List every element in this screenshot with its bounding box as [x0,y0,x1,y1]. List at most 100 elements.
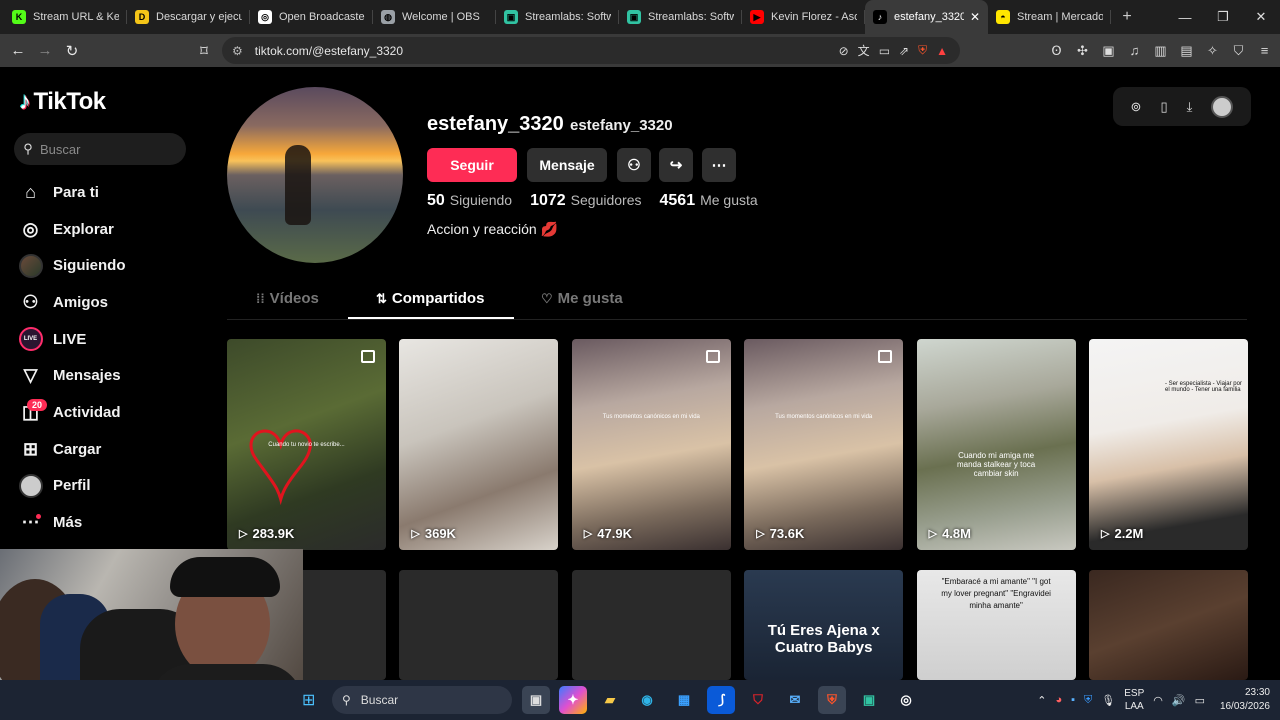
video-card[interactable]: Tú Eres Ajena x Cuatro Babys [744,570,904,680]
browser-tab[interactable]: ▣ Streamlabs: Softw [496,0,619,34]
followers-stat[interactable]: 1072 Seguidores [530,192,641,210]
video-card[interactable]: Cuando mi amiga me manda stalkear y toca… [916,339,1076,550]
edge-icon[interactable]: ◉ [633,686,661,714]
video-card[interactable]: Tus momentos canónicos en mi vida ▷ 73.6K [744,339,904,550]
follow-button[interactable]: Seguir [427,148,517,182]
video-card[interactable]: Tus momentos canónicos en mi vida ▷ 47.9K [571,339,731,550]
streamlabs-icon[interactable]: ▣ [855,686,883,714]
language-indicator[interactable]: ESP LAA [1124,687,1144,713]
mcafee-icon[interactable]: ⛉ [744,686,772,714]
sidebar-item-home[interactable]: ⌂ Para ti [16,174,206,211]
video-card[interactable] [1089,570,1248,680]
battery-icon[interactable]: ▭ [1195,694,1205,707]
store-icon[interactable]: ▦ [670,686,698,714]
profile-avatar[interactable] [227,87,403,263]
tiktok-logo[interactable]: ♪ TikTok [19,88,106,116]
microphone-icon[interactable]: 🎙 [1101,694,1115,707]
tab-reposts[interactable]: ⇅ Compartidos [376,290,484,307]
sidebar-item-friends[interactable]: ⚇ Amigos [16,284,206,321]
suggest-user-icon[interactable]: ⚇ [617,148,651,182]
discover-icon[interactable]: ⊚ [1131,99,1142,115]
tray-app-icon[interactable]: ⛨ [1084,694,1092,707]
vscode-icon[interactable]: ⟆ [707,686,735,714]
extensions-icon[interactable]: ✣ [1073,43,1092,59]
video-card[interactable]: ▷ 369K [399,339,559,550]
wallet-icon[interactable]: ▤ [1177,43,1196,59]
back-icon[interactable]: ← [6,39,30,63]
brave-taskbar-icon[interactable]: ⛨ [818,686,846,714]
reload-icon[interactable]: ↻ [60,39,84,63]
sidebar-item-compass[interactable]: ◎ Explorar [16,211,206,248]
file-explorer-icon[interactable]: ▰ [596,686,624,714]
clock[interactable]: 23:30 16/03/2026 [1214,686,1270,714]
volume-icon[interactable]: 🔊 [1172,694,1186,707]
sidebar-item-activity[interactable]: ◫ 20 Actividad [16,394,206,431]
browser-tab[interactable]: ▶ Kevin Florez - Aso [742,0,865,34]
video-card[interactable]: "Embaracé a mi amante" "I got my lover p… [916,570,1076,680]
browser-tab[interactable]: ▣ Streamlabs: Softw [619,0,742,34]
browser-tab[interactable]: ♪ estefany_3320 ✕ [865,0,988,34]
media-icon[interactable]: ♫ [1125,43,1144,58]
new-tab-button[interactable]: + [1113,8,1141,26]
video-card[interactable]: - Ser especialista - Viajar por el mundo… [1089,339,1248,550]
sidebar-item-live[interactable]: LIVE LIVE [16,321,206,358]
tab-title: Streamlabs: Softw [525,11,611,23]
tray-app-icon[interactable]: ▪ [1071,694,1075,706]
site-settings-icon[interactable]: ⚙ [232,44,243,58]
share-profile-icon[interactable]: ↪ [659,148,693,182]
wifi-icon[interactable]: ◠ [1153,694,1163,707]
sidebar-item-following[interactable]: Siguiendo [16,247,206,284]
extension-icon[interactable]: Ꙩ [1047,43,1066,59]
bookmark-icon[interactable]: ⌑ [192,39,216,63]
translate-icon[interactable]: 文 [858,42,870,59]
address-bar[interactable]: ⚙ tiktok.com/@estefany_3320 ⊘ 文 ▭ ⇗ ⛨ ▲ [222,37,960,64]
video-card[interactable] [571,570,731,680]
browser-tab[interactable]: ◓ Stream | Mercadol [988,0,1111,34]
browser-tab[interactable]: D Descargar y ejecut [127,0,250,34]
view-count-text: 47.9K [597,526,632,541]
sidebar-item-more[interactable]: ⋯ Más [16,504,206,541]
mail-icon[interactable]: ✉ [781,686,809,714]
download-icon[interactable]: ⤓ [1187,99,1193,115]
sidebar-item-profile[interactable]: Perfil [16,468,206,505]
tab-liked[interactable]: ♡ Me gusta [541,290,623,307]
more-options-icon[interactable]: ⋯ [702,148,736,182]
get-app-icon[interactable]: ▯ [1160,99,1167,115]
tiktok-note-icon: ♪ [19,88,31,115]
brave-rewards-icon[interactable]: ▲ [936,44,948,58]
obs-icon[interactable]: ◎ [892,686,920,714]
tray-overflow-icon[interactable]: ⌃ [1037,694,1046,707]
close-window-button[interactable]: ✕ [1242,0,1280,34]
browser-tab[interactable]: K Stream URL & Key [4,0,127,34]
my-avatar[interactable] [1211,95,1234,118]
following-stat[interactable]: 50 Siguiendo [427,192,512,210]
screenshot-icon[interactable]: ▣ [1099,43,1118,59]
tray-app-icon[interactable]: ◕ [1055,694,1062,706]
tab-videos[interactable]: ⁞⁞ Vídeos [256,290,319,307]
browser-tab[interactable]: ◍ Welcome | OBS [373,0,496,34]
maximize-button[interactable]: ❐ [1204,0,1242,34]
sidebar-item-upload[interactable]: ⊞ Cargar [16,431,206,468]
taskbar-search[interactable]: ⚲ Buscar [332,686,512,714]
sidebar-item-messages[interactable]: ▽ Mensajes [16,357,206,394]
start-icon[interactable]: ⊞ [302,690,315,710]
vpn-icon[interactable]: ⛉ [1229,43,1248,59]
forward-icon[interactable]: → [33,39,57,63]
menu-icon[interactable]: ≡ [1255,43,1274,58]
sidebar-toggle-icon[interactable]: ▥ [1151,43,1170,59]
video-card[interactable]: ♥ Cuando tu novio te escribe... ▷ 283.9K [227,339,386,550]
leo-ai-icon[interactable]: ✧ [1203,43,1222,59]
close-tab-icon[interactable]: ✕ [970,10,980,24]
profile-username: estefany_3320 [427,113,564,135]
copilot-icon[interactable]: ✦ [559,686,587,714]
share-icon[interactable]: ⇗ [899,44,909,58]
task-view-icon[interactable]: ▣ [522,686,550,714]
video-card[interactable] [399,570,559,680]
browser-tab[interactable]: ◎ Open Broadcaster [250,0,373,34]
cast-off-icon[interactable]: ⊘ [839,44,849,58]
install-icon[interactable]: ▭ [879,44,890,58]
minimize-button[interactable]: — [1166,0,1204,34]
brave-shields-icon[interactable]: ⛨ [918,43,927,58]
message-button[interactable]: Mensaje [527,148,607,182]
search-input[interactable]: ⚲ Buscar [14,133,186,165]
